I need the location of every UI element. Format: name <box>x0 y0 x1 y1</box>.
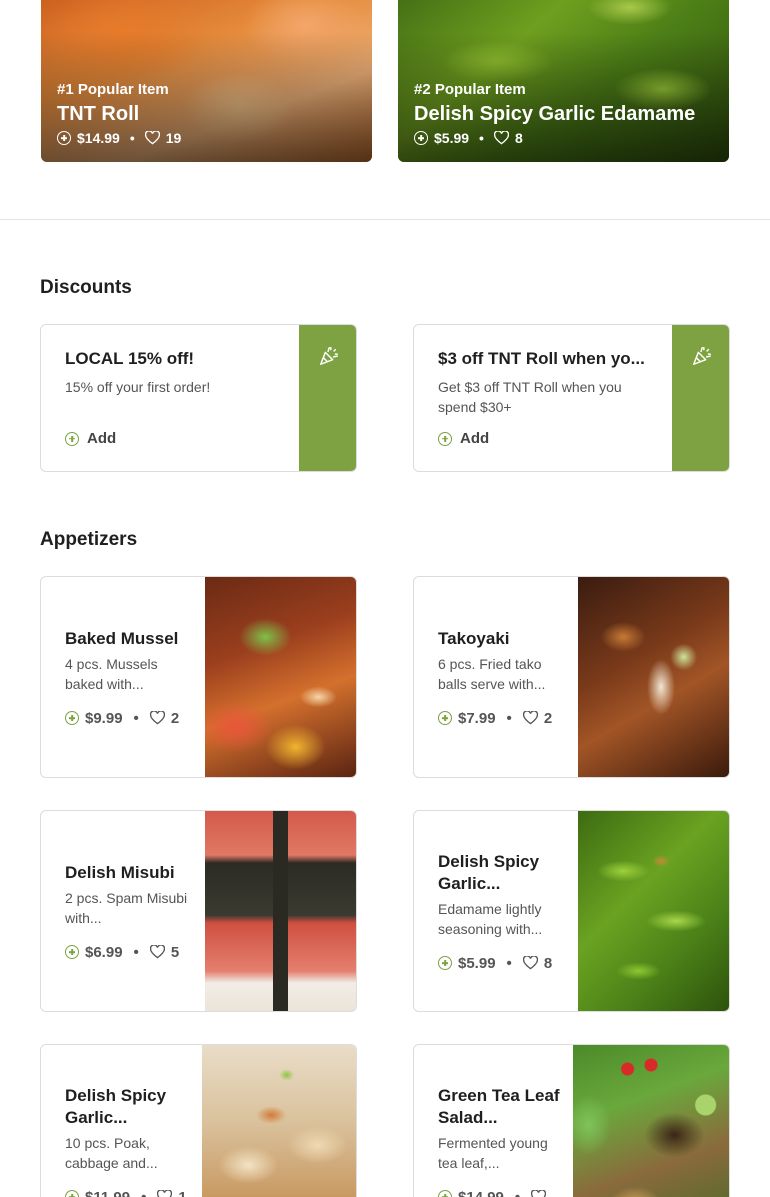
separator-dot: • <box>506 954 512 972</box>
discount-card[interactable]: LOCAL 15% off! 15% off your first order!… <box>40 324 357 472</box>
popular-item-price: $14.99 <box>77 130 120 146</box>
heart-icon[interactable] <box>493 131 509 145</box>
menu-item-card[interactable]: Delish Spicy Garlic... Edamame lightly s… <box>413 810 730 1012</box>
popular-item-card[interactable]: #1 Popular Item TNT Roll $14.99 • 19 <box>41 0 372 162</box>
add-icon[interactable] <box>65 1190 79 1197</box>
add-discount-button[interactable]: Add <box>65 430 116 447</box>
item-name: Takoyaki <box>438 628 510 648</box>
party-popper-icon <box>693 347 711 365</box>
item-photo <box>578 811 729 1011</box>
discount-accent-panel <box>672 325 729 471</box>
separator-dot: • <box>479 130 484 146</box>
add-icon[interactable] <box>438 956 452 970</box>
popular-rank: #2 Popular Item <box>414 81 526 98</box>
popular-item-name: Delish Spicy Garlic Edamame <box>414 103 696 125</box>
discount-description: 15% off your first order! <box>65 379 211 395</box>
item-photo <box>205 811 356 1011</box>
item-likes: 5 <box>170 943 180 961</box>
item-name: Delish Spicy Garlic... <box>65 1085 167 1127</box>
add-icon[interactable] <box>438 711 452 725</box>
popular-item-price: $5.99 <box>434 130 470 146</box>
add-label: Add <box>87 430 117 447</box>
heart-icon[interactable] <box>157 1190 173 1197</box>
item-description: 10 pcs. Poak, cabbage and... <box>65 1134 158 1171</box>
menu-item-card[interactable]: Baked Mussel 4 pcs. Mussels baked with..… <box>40 576 357 778</box>
heart-icon[interactable] <box>149 945 165 959</box>
menu-item-card[interactable]: Takoyaki 6 pcs. Fried tako balls serve w… <box>413 576 730 778</box>
item-price: $6.99 <box>85 943 123 961</box>
item-likes: 1 <box>178 1188 187 1197</box>
separator-dot: • <box>514 1188 521 1197</box>
item-name: Baked Mussel <box>65 628 179 648</box>
item-price: $9.99 <box>85 709 123 727</box>
popular-item-card[interactable]: #2 Popular Item Delish Spicy Garlic Edam… <box>398 0 729 162</box>
add-label: Add <box>460 430 490 447</box>
add-icon[interactable] <box>414 131 428 145</box>
heart-icon[interactable] <box>522 956 538 970</box>
separator-dot: • <box>133 709 139 727</box>
item-likes: 2 <box>170 709 180 727</box>
add-icon[interactable] <box>438 1190 452 1197</box>
discount-description: Get $3 off TNT Roll when you spend $30+ <box>438 379 622 415</box>
add-icon[interactable] <box>65 945 79 959</box>
item-name: Delish Misubi <box>65 862 175 882</box>
add-discount-button[interactable]: Add <box>438 430 489 447</box>
add-icon <box>65 431 79 446</box>
item-price: $7.99 <box>458 709 496 727</box>
separator-dot: • <box>506 709 512 727</box>
add-icon <box>438 431 452 446</box>
item-likes: 8 <box>543 954 553 972</box>
popular-item-likes: 19 <box>165 130 182 146</box>
item-photo <box>573 1045 729 1197</box>
item-description: 2 pcs. Spam Misubi with... <box>65 889 188 926</box>
item-photo <box>202 1045 356 1197</box>
menu-item-card[interactable]: Delish Spicy Garlic... 10 pcs. Poak, cab… <box>40 1044 357 1197</box>
add-icon[interactable] <box>65 711 79 725</box>
separator-dot: • <box>141 1188 147 1197</box>
popular-items-section: #1 Popular Item TNT Roll $14.99 • 19 #2 … <box>0 0 770 220</box>
discount-card[interactable]: $3 off TNT Roll when yo... Get $3 off TN… <box>413 324 730 472</box>
heart-icon[interactable] <box>149 711 165 725</box>
add-icon[interactable] <box>57 131 71 145</box>
item-price: $11.99 <box>85 1188 131 1197</box>
menu-item-card[interactable]: Green Tea Leaf Salad... Fermented young … <box>413 1044 730 1197</box>
discount-title: $3 off TNT Roll when yo... <box>438 349 645 368</box>
item-photo <box>578 577 729 777</box>
popular-rank: #1 Popular Item <box>57 81 169 98</box>
item-name: Green Tea Leaf Salad... <box>438 1085 560 1127</box>
separator-dot: • <box>133 943 139 961</box>
item-price: $14.99 <box>458 1188 504 1197</box>
party-popper-icon <box>320 347 338 365</box>
item-price: $5.99 <box>458 954 496 972</box>
menu-item-card[interactable]: Delish Misubi 2 pcs. Spam Misubi with...… <box>40 810 357 1012</box>
item-description: Edamame lightly seasoning with... <box>438 900 543 937</box>
separator-dot: • <box>129 130 135 146</box>
popular-item-likes: 8 <box>514 130 523 146</box>
appetizers-heading: Appetizers <box>40 529 138 550</box>
heart-icon[interactable] <box>531 1190 547 1197</box>
item-description: Fermented young tea leaf,... <box>438 1134 548 1171</box>
heart-icon[interactable] <box>522 711 538 725</box>
discount-accent-panel <box>299 325 356 471</box>
popular-item-name: TNT Roll <box>57 103 140 125</box>
discount-title: LOCAL 15% off! <box>65 349 195 368</box>
heart-icon[interactable] <box>144 131 160 145</box>
item-likes: 2 <box>543 709 553 727</box>
item-description: 4 pcs. Mussels baked with... <box>65 655 158 692</box>
item-photo <box>205 577 356 777</box>
item-description: 6 pcs. Fried tako balls serve with... <box>438 655 546 692</box>
item-name: Delish Spicy Garlic... <box>438 851 540 893</box>
discounts-heading: Discounts <box>40 277 132 298</box>
